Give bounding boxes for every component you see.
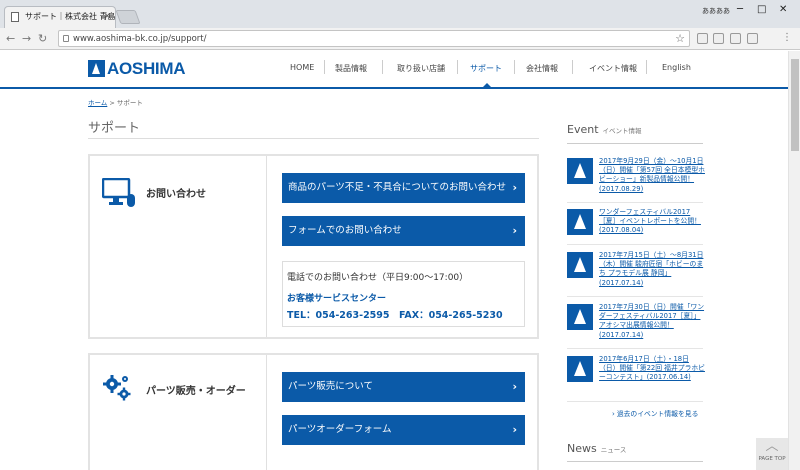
event-heading-text: Event xyxy=(567,123,599,136)
scrollbar-thumb[interactable] xyxy=(791,59,799,151)
past-events-label: 過去のイベント情報を見る xyxy=(616,410,699,418)
nav-support[interactable]: サポート xyxy=(470,63,502,74)
breadcrumb: ホーム > サポート xyxy=(88,97,143,107)
breadcrumb-current: サポート xyxy=(116,99,143,107)
minimize-icon[interactable]: ─ xyxy=(737,4,743,15)
event-link[interactable]: 2017年6月17日（土）・18日（日）開催「第22回 福井プラホビーコンテスト… xyxy=(599,355,705,383)
tab-title: サポート｜株式会社 青島文 xyxy=(25,12,116,21)
active-nav-indicator xyxy=(483,83,491,87)
parts-section: パーツ販売・オーダー パーツ販売について › パーツオーダーフォーム › xyxy=(88,353,539,470)
nav-stores[interactable]: 取り扱い店舗 xyxy=(397,63,445,74)
download-icon[interactable] xyxy=(713,33,724,44)
logo-text: AOSHIMA xyxy=(107,59,186,78)
breadcrumb-separator: > xyxy=(109,99,115,107)
chevron-right-icon: › xyxy=(512,423,517,436)
event-item[interactable]: 2017年7月15日（土）～8月31日（木）開催 駿府匠宿「ホビーのまち プラモ… xyxy=(567,251,705,296)
nav-home[interactable]: HOME xyxy=(290,63,314,72)
phone-inquiry-card: 電話でのお問い合わせ（平日9:00～17:00） お客様サービスセンター TEL… xyxy=(282,261,525,327)
parts-order-form-label: パーツオーダーフォーム xyxy=(288,424,392,435)
event-item[interactable]: 2017年9月29日（金）～10月1日（日）開催「第57回 全日本模型ホビーショ… xyxy=(567,157,705,202)
nav-company[interactable]: 会社情報 xyxy=(526,63,558,74)
chevron-up-icon: ︿ xyxy=(765,439,779,454)
chevron-right-icon: › xyxy=(512,380,517,393)
cast-icon[interactable] xyxy=(747,33,758,44)
inquiry-label: お問い合わせ xyxy=(146,189,206,200)
news-heading-divider xyxy=(567,461,703,462)
event-heading-divider xyxy=(567,143,703,144)
page-info-icon[interactable] xyxy=(63,35,69,42)
breadcrumb-home[interactable]: ホーム xyxy=(88,99,107,107)
site-header: AOSHIMA HOME 製品情報 取り扱い店舗 サポート 会社情報 イベント情… xyxy=(0,51,800,89)
event-thumbnail[interactable] xyxy=(567,252,593,278)
phone-heading: 電話でのお問い合わせ（平日9:00～17:00） xyxy=(287,273,469,283)
aoshima-logo-icon xyxy=(88,60,105,77)
nav-products[interactable]: 製品情報 xyxy=(335,63,367,74)
new-tab-button[interactable] xyxy=(115,10,141,24)
event-thumbnail[interactable] xyxy=(567,209,593,235)
nav-english[interactable]: English xyxy=(662,63,691,72)
parts-defect-inquiry-label: 商品のパーツ不足・不具合についてのお問い合わせ xyxy=(288,182,507,193)
close-tab-icon[interactable]: ✕ xyxy=(103,7,111,27)
event-heading-sub: イベント情報 xyxy=(602,127,642,135)
chevron-right-icon: › xyxy=(512,224,517,237)
parts-label: パーツ販売・オーダー xyxy=(146,386,246,397)
print-icon[interactable] xyxy=(730,33,741,44)
title-divider xyxy=(88,138,539,139)
page-scrollbar[interactable] xyxy=(788,51,800,470)
menu-icon[interactable]: ⋮ xyxy=(782,32,792,43)
event-item[interactable]: 2017年7月30日（日）開催「ワンダーフェスティバル2017［夏］」アオシマ出… xyxy=(567,303,705,348)
past-events-link[interactable]: › 過去のイベント情報を見る xyxy=(612,408,698,418)
event-link[interactable]: 2017年7月15日（土）～8月31日（木）開催 駿府匠宿「ホビーのまち プラモ… xyxy=(599,251,705,288)
document-icon xyxy=(11,12,19,22)
back-icon[interactable]: ← xyxy=(6,32,15,45)
extension-icon[interactable] xyxy=(697,33,708,44)
bookmark-star-icon[interactable]: ☆ xyxy=(675,31,685,47)
url-text: www.aoshima-bk.co.jp/support/ xyxy=(73,34,207,44)
service-center-name: お客様サービスセンター xyxy=(287,294,387,304)
inquiry-section: お問い合わせ 商品のパーツ不足・不具合についてのお問い合わせ › フォームでのお… xyxy=(88,154,539,339)
event-link[interactable]: 2017年9月29日（金）～10月1日（日）開催「第57回 全日本模型ホビーショ… xyxy=(599,157,705,194)
event-item[interactable]: ワンダーフェスティバル2017［夏］イベントレポートを公開！ (2017.08.… xyxy=(567,208,705,253)
page-title: サポート xyxy=(88,121,141,136)
reload-icon[interactable]: ↻ xyxy=(38,32,47,45)
event-item[interactable]: 2017年6月17日（土）・18日（日）開催「第22回 福井プラホビーコンテスト… xyxy=(567,355,705,400)
parts-sales-info-button[interactable]: パーツ販売について › xyxy=(282,372,525,402)
browser-toolbar: ← → ↻ www.aoshima-bk.co.jp/support/ ☆ ⋮ xyxy=(0,28,800,50)
form-inquiry-button[interactable]: フォームでのお問い合わせ › xyxy=(282,216,525,246)
form-inquiry-label: フォームでのお問い合わせ xyxy=(288,225,402,236)
maximize-icon[interactable]: □ xyxy=(757,4,766,15)
parts-defect-inquiry-button[interactable]: 商品のパーツ不足・不具合についてのお問い合わせ › xyxy=(282,173,525,203)
event-link[interactable]: 2017年7月30日（日）開催「ワンダーフェスティバル2017［夏］」アオシマ出… xyxy=(599,303,705,340)
event-heading: Event イベント情報 xyxy=(567,123,642,136)
news-heading-sub: ニュース xyxy=(600,446,627,454)
event-link[interactable]: ワンダーフェスティバル2017［夏］イベントレポートを公開！ (2017.08.… xyxy=(599,208,705,236)
page-top-button[interactable]: ︿ PAGE TOP xyxy=(756,438,788,470)
tel-fax-numbers: TEL：054-263-2595 FAX：054-265-5230 xyxy=(287,310,503,321)
browser-tabstrip: サポート｜株式会社 青島文 ✕ ああああ ─ □ ✕ xyxy=(0,0,800,28)
event-thumbnail[interactable] xyxy=(567,356,593,382)
computer-icon xyxy=(102,178,135,207)
parts-sales-info-label: パーツ販売について xyxy=(288,381,374,392)
browser-tab[interactable]: サポート｜株式会社 青島文 ✕ xyxy=(4,6,116,28)
chevron-right-icon: › xyxy=(612,410,615,418)
profile-label[interactable]: ああああ xyxy=(702,6,730,16)
chevron-right-icon: › xyxy=(512,181,517,194)
event-thumbnail[interactable] xyxy=(567,158,593,184)
news-heading-text: News xyxy=(567,442,597,455)
nav-events[interactable]: イベント情報 xyxy=(589,63,637,74)
forward-icon[interactable]: → xyxy=(22,32,31,45)
page-top-label: PAGE TOP xyxy=(758,456,786,462)
address-bar[interactable]: www.aoshima-bk.co.jp/support/ ☆ xyxy=(58,30,690,47)
parts-order-form-button[interactable]: パーツオーダーフォーム › xyxy=(282,415,525,445)
close-window-icon[interactable]: ✕ xyxy=(779,4,787,15)
news-heading: News ニュース xyxy=(567,442,626,455)
gears-icon xyxy=(103,375,131,401)
event-thumbnail[interactable] xyxy=(567,304,593,330)
webpage: AOSHIMA HOME 製品情報 取り扱い店舗 サポート 会社情報 イベント情… xyxy=(0,51,800,470)
